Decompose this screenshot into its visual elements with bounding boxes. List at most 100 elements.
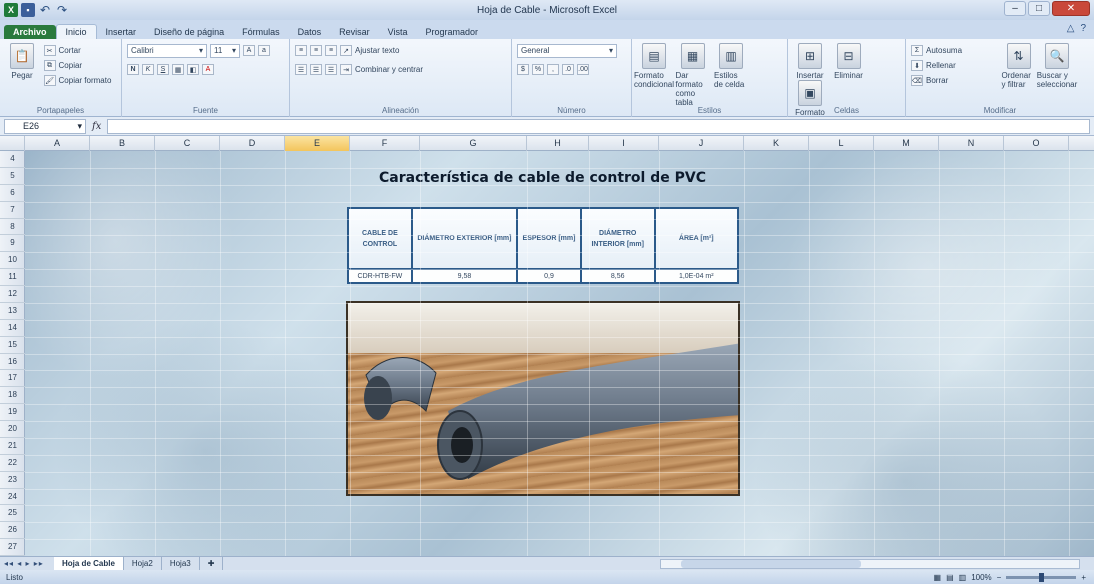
decrease-decimal-icon[interactable]: .00 [577,64,589,75]
row-header[interactable]: 13 [0,303,25,320]
row-header[interactable]: 7 [0,202,25,219]
fill-color-icon[interactable]: ◧ [187,64,199,75]
format-table-button[interactable]: ▦ Dar formato como tabla [676,43,710,107]
zoom-in-icon[interactable]: + [1081,573,1086,582]
fx-icon[interactable]: fx [92,121,101,132]
zoom-slider[interactable] [1006,572,1077,582]
row-header[interactable]: 5 [0,168,25,185]
conditional-format-button[interactable]: ▤ Formato condicional [634,43,674,89]
column-header[interactable]: K [744,136,809,151]
header-area[interactable]: ÁREA [m²] [653,207,740,270]
normal-view-icon[interactable]: ▦ [934,573,942,582]
align-left-icon[interactable]: ☰ [295,64,307,75]
column-header[interactable]: E [285,136,350,151]
ribbon-minimize-icon[interactable]: △ [1067,23,1075,34]
row-header[interactable]: 18 [0,387,25,405]
align-right-icon[interactable]: ☰ [325,64,337,75]
header-diametro-exterior[interactable]: DIÁMETRO EXTERIOR [mm] [410,207,519,270]
excel-logo-icon[interactable]: X [4,3,18,17]
indent-icon[interactable]: ⇥ [340,64,352,75]
tab-programador[interactable]: Programador [417,25,488,39]
row-header[interactable]: 25 [0,505,25,523]
pvc-cable-photo[interactable] [346,301,740,496]
sheet-nav-arrows[interactable]: ◂◂ ◂ ▸ ▸▸ [0,559,54,568]
worksheet-area[interactable]: Característica de cable de control de PV… [25,151,1094,556]
column-header[interactable]: H [527,136,589,151]
row-header[interactable]: 4 [0,151,25,168]
row-header[interactable]: 21 [0,438,25,455]
formula-input[interactable] [107,118,1090,134]
sheet-tab-hoja-cable[interactable]: Hoja de Cable [54,557,124,570]
italic-button[interactable]: K [142,64,154,75]
tab-formulas[interactable]: Fórmulas [233,25,289,39]
column-header[interactable]: L [809,136,874,151]
row-header[interactable]: 23 [0,472,25,489]
column-header[interactable]: G [420,136,527,151]
underline-button[interactable]: S [157,64,169,75]
tab-insertar[interactable]: Insertar [97,25,146,39]
orientation-icon[interactable]: ↗ [340,45,352,56]
minimize-button[interactable]: – [1004,1,1026,16]
new-sheet-icon[interactable]: ✚ [200,557,224,570]
column-header[interactable]: A [25,136,90,151]
align-top-icon[interactable]: ≡ [295,45,307,56]
sheet-tab-hoja3[interactable]: Hoja3 [162,557,200,570]
row-header[interactable]: 26 [0,522,25,540]
redo-icon[interactable]: ↷ [55,3,69,17]
row-header[interactable]: 24 [0,489,25,506]
page-break-icon[interactable]: ▥ [959,573,967,582]
row-header[interactable]: 9 [0,235,25,253]
currency-icon[interactable]: $ [517,64,529,75]
tab-datos[interactable]: Datos [289,25,331,39]
cell-area[interactable]: 1,0E-04 m² [653,268,740,284]
header-cable[interactable]: CABLE DE CONTROL [347,207,413,270]
column-header[interactable]: B [90,136,155,151]
row-header[interactable]: 20 [0,421,25,438]
zoom-level[interactable]: 100% [971,573,991,582]
column-header[interactable]: J [659,136,744,151]
sort-filter-button[interactable]: ⇅ Ordenar y filtrar [1002,43,1036,89]
tab-inicio[interactable]: Inicio [55,24,97,39]
page-layout-icon[interactable]: ▤ [946,573,954,582]
align-middle-icon[interactable]: ≡ [310,45,322,56]
row-header[interactable]: 10 [0,252,25,270]
autosum-button[interactable]: Σ Autosuma [911,43,999,58]
align-bottom-icon[interactable]: ≡ [325,45,337,56]
format-painter-button[interactable]: 🖌 Copiar formato [43,73,111,88]
wrap-text-button[interactable]: Ajustar texto [355,46,399,55]
column-header[interactable]: D [220,136,285,151]
merge-center-button[interactable]: Combinar y centrar [355,65,423,74]
cell-styles-button[interactable]: ▥ Estilos de celda [714,43,748,89]
sheet-tab-hoja2[interactable]: Hoja2 [124,557,162,570]
align-center-icon[interactable]: ☰ [310,64,322,75]
column-header[interactable]: C [155,136,220,151]
row-header[interactable]: 16 [0,354,25,371]
tab-archivo[interactable]: Archivo [4,25,56,39]
tab-vista[interactable]: Vista [379,25,417,39]
font-color-icon[interactable]: A [202,64,214,75]
font-size-select[interactable]: 11 ▾ [210,43,240,58]
save-icon[interactable]: ▪ [21,3,35,17]
borders-icon[interactable]: ▦ [172,64,184,75]
copy-button[interactable]: ⧉ Copiar [43,58,112,73]
row-header[interactable]: 15 [0,337,25,354]
zoom-out-icon[interactable]: − [997,573,1002,582]
column-header[interactable]: O [1004,136,1069,151]
scrollbar-thumb[interactable] [681,560,861,568]
find-select-button[interactable]: 🔍 Buscar y seleccionar [1037,43,1077,89]
paste-button[interactable]: 📋 Pegar [5,43,39,80]
fill-button[interactable]: ⬇ Rellenar [911,58,999,73]
comma-style-icon[interactable]: , [547,64,559,75]
close-button[interactable]: ✕ [1052,1,1090,16]
cut-button[interactable]: ✂ Cortar [43,43,112,58]
cell-diametro-exterior[interactable]: 9,58 [410,268,519,284]
row-header[interactable]: 8 [0,219,25,236]
percent-icon[interactable]: % [532,64,544,75]
increase-decimal-icon[interactable]: .0 [562,64,574,75]
row-header[interactable]: 11 [0,269,25,286]
row-header[interactable]: 19 [0,404,25,421]
insert-cells-button[interactable]: ⊞ Insertar [793,43,827,80]
delete-cells-button[interactable]: ⊟ Eliminar [832,43,866,80]
name-box[interactable]: E26 ▾ [4,118,86,134]
undo-icon[interactable]: ↶ [38,3,52,17]
